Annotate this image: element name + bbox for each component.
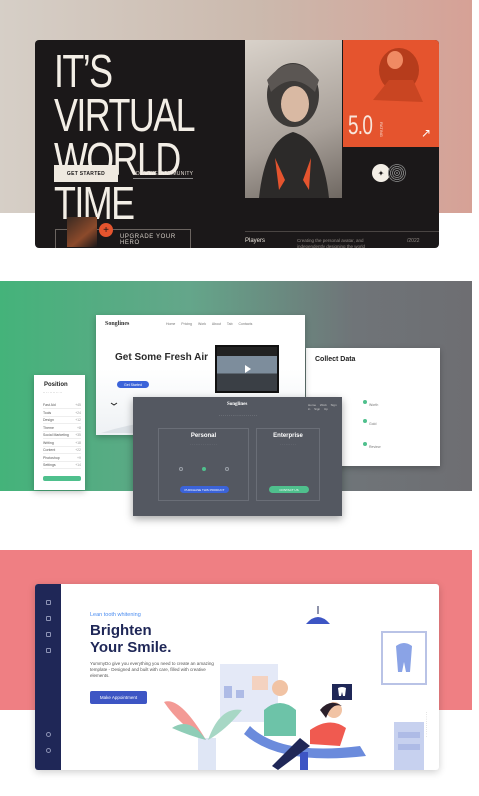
dental-hero-card: Lean tooth whitening Brighten Your Smile… <box>35 584 439 770</box>
position-row-label: Fast Aid <box>43 403 56 407</box>
position-row-label: Writing <box>43 440 54 445</box>
collect-item: Worth <box>363 393 423 411</box>
position-row-count: +18 <box>75 440 81 445</box>
position-row-label: Tools <box>43 410 52 415</box>
settings-icon[interactable] <box>46 732 51 737</box>
arrow-up-right-icon[interactable]: ↗ <box>421 126 431 140</box>
position-row[interactable]: Settings +14 <box>43 463 81 469</box>
contact-button[interactable]: CONTACT US <box>269 486 309 493</box>
hero-thumbnail <box>67 217 97 247</box>
position-row-count: +45 <box>75 403 81 407</box>
position-row-count: +24 <box>75 410 81 415</box>
make-appointment-button[interactable]: Make Appointment <box>90 691 147 704</box>
rating-value: 5.0 <box>348 110 373 140</box>
option-radio[interactable] <box>225 467 229 471</box>
enterprise-plan: Enterprise · · · · · · · · · CONTACT US <box>256 428 320 501</box>
position-row[interactable]: Design +12 <box>43 418 81 424</box>
position-card: Position ·· ·· ·· ·· ·· ·· Fast Aid +45 To… <box>34 375 85 490</box>
showcase-page: IT’S VIRTUAL WORLD TIME GET STARTED JOIN… <box>0 0 479 796</box>
upgrade-hero-label: UPGRADE YOUR HERO <box>120 234 176 246</box>
year-label: /2022 <box>407 238 420 244</box>
position-row-label: Design <box>43 418 54 422</box>
personal-plan: Personal · · · · · · · · · · · · · · · P… <box>158 428 249 501</box>
position-row[interactable]: Social Marketing +35 <box>43 433 81 439</box>
rating-panel: 5.0 RATING ↗ <box>343 40 439 147</box>
upgrade-hero-box[interactable]: UPGRADE YOUR HERO <box>55 217 191 248</box>
menu-icon[interactable] <box>46 616 51 621</box>
collect-item: Gold <box>363 412 423 430</box>
sidebar <box>35 584 61 770</box>
position-row-count: +22 <box>75 448 81 452</box>
position-row-label: Social Marketing <box>43 433 69 437</box>
position-row-label: Photoshop <box>43 455 60 460</box>
position-row[interactable]: Photoshop +9 <box>43 456 81 462</box>
top-nav[interactable]: Home Pricing Work About Tab Contacts <box>166 322 252 326</box>
plus-icon[interactable]: + <box>99 223 113 237</box>
position-row-count: +9 <box>77 455 81 460</box>
home-icon[interactable] <box>46 600 51 605</box>
get-started-button[interactable]: GET STARTED <box>54 165 118 182</box>
position-row-count: +8 <box>77 425 81 430</box>
position-row[interactable]: Tools +24 <box>43 411 81 417</box>
info-icon[interactable] <box>46 748 51 753</box>
site-logo[interactable]: Songlines <box>105 321 129 327</box>
landing-kit-section: Position ·· ·· ·· ·· ·· ·· Fast Aid +45 To… <box>0 281 472 548</box>
virtual-world-hero-card: IT’S VIRTUAL WORLD TIME GET STARTED JOIN… <box>35 40 439 248</box>
fresh-air-title: Get Some Fresh Air <box>115 352 208 363</box>
top-nav[interactable]: Home Work Sign in Sign Up <box>308 403 342 411</box>
position-row[interactable]: Fast Aid +45 <box>43 403 81 409</box>
virtual-world-section: IT’S VIRTUAL WORLD TIME GET STARTED JOIN… <box>0 0 472 262</box>
divider <box>245 231 439 232</box>
rating-caption: RATING <box>379 122 384 137</box>
dentist-illustration <box>164 606 427 770</box>
dental-section: Lean tooth whitening Brighten Your Smile… <box>0 550 472 795</box>
hero-headline: IT’S VIRTUAL WORLD TIME <box>54 45 196 229</box>
position-row-label: Content <box>43 448 56 452</box>
collect-item: Review <box>363 435 423 453</box>
position-title: Position <box>44 382 68 388</box>
video-thumbnail[interactable] <box>215 345 279 393</box>
calendar-icon[interactable] <box>46 632 51 637</box>
position-row-label: Theme <box>43 425 54 430</box>
get-started-small-button[interactable]: Get Started <box>117 381 149 388</box>
position-row[interactable]: Writing +18 <box>43 441 81 447</box>
pricing-card: Songlines Home Work Sign in Sign Up · · … <box>133 397 342 516</box>
option-radio[interactable] <box>202 467 206 471</box>
option-radio[interactable] <box>179 467 183 471</box>
collect-data-title: Collect Data <box>315 356 356 363</box>
players-description: Creating the personal avatar, and indepe… <box>297 238 366 248</box>
robot-woman-image <box>245 40 342 198</box>
position-row-count: +14 <box>75 463 81 467</box>
position-button[interactable] <box>43 476 81 481</box>
play-icon[interactable] <box>245 365 251 373</box>
personal-plan-title: Personal <box>190 433 217 439</box>
position-row[interactable]: Content +22 <box>43 448 81 454</box>
position-row-count: +35 <box>75 433 81 437</box>
purchase-button[interactable]: PURCHASE THIS PRODUCT <box>180 486 229 493</box>
join-community-link[interactable]: JOIN THE COMMUNITY <box>133 171 194 179</box>
enterprise-plan-title: Enterprise <box>273 433 303 439</box>
striped-circle-icon <box>388 164 406 182</box>
position-row-label: Settings <box>43 463 56 467</box>
position-row[interactable]: Theme +8 <box>43 426 81 432</box>
user-icon[interactable] <box>46 648 51 653</box>
position-row-count: +12 <box>75 418 81 422</box>
kicker-text: Lean tooth whitening <box>90 612 141 618</box>
players-label: Players <box>245 238 266 244</box>
site-logo[interactable]: Songlines <box>227 402 247 407</box>
